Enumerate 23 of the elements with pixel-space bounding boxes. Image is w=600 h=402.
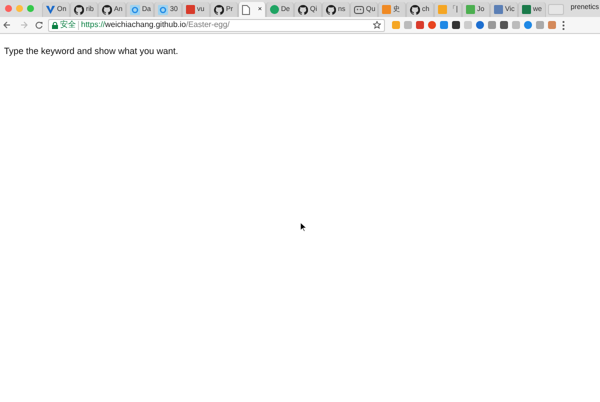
face-icon — [354, 4, 364, 14]
reload-icon[interactable] — [35, 21, 43, 29]
maximize-window-icon[interactable] — [27, 5, 34, 12]
security-label: 安全 — [60, 21, 76, 29]
page-icon — [242, 4, 250, 14]
forward-icon[interactable] — [20, 21, 28, 29]
github-icon — [214, 4, 224, 14]
lock-icon — [52, 22, 58, 28]
github-icon — [74, 4, 84, 14]
address-bar[interactable]: 安全 https://weichiachang.github.io/Easter-egg/ — [48, 18, 385, 32]
minimize-window-icon[interactable] — [16, 5, 23, 12]
github-icon — [298, 4, 308, 14]
new-tab-button[interactable] — [548, 4, 564, 15]
menu-icon[interactable] — [562, 20, 565, 30]
body-text: Type the keyword and show what you want. — [4, 45, 180, 58]
cursor-icon — [300, 222, 307, 232]
github-icon — [102, 4, 112, 14]
close-window-icon[interactable] — [5, 5, 12, 12]
v-logo-icon — [46, 5, 55, 14]
url-text: https://weichiachang.github.io/Easter-egg/ — [81, 21, 230, 29]
github-icon — [326, 4, 336, 14]
star-icon[interactable] — [373, 21, 381, 29]
github-icon — [410, 4, 420, 14]
